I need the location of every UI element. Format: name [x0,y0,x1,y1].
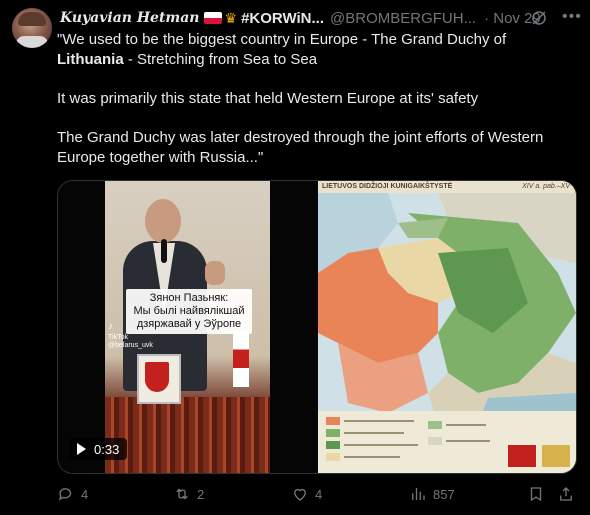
caption-line-2: Мы былі найвялікшай [133,305,245,317]
repost-icon [176,488,188,500]
map-title-bar: LIETUVOS DIDŽIOJI KUNIGAIKŠTYSTĖ XIV a. … [318,181,576,193]
map-corner-label: XIV a. pab.–XV [522,183,570,190]
reply-button[interactable]: 4 [57,484,88,504]
tweet-bold-word: Lithuania [57,51,124,68]
media-container[interactable]: Зянон Пазьняк: Мы былі найвялікшай дзярж… [57,180,577,474]
tiktok-icon: ♪ [108,321,113,332]
display-name[interactable]: Kuyavian Hetman [60,10,200,26]
tweet-line-1: "We used to be the biggest country in Eu… [57,31,507,48]
reply-count: 4 [81,486,89,502]
repost-count: 2 [197,486,205,502]
action-bar: 4 2 4 857 [57,484,577,504]
bookmark-button[interactable] [527,484,545,504]
reply-icon [58,488,72,501]
views-icon [412,488,425,500]
tweet-text: "We used to be the biggest country in Eu… [57,30,577,168]
more-icon[interactable]: ••• [562,8,582,26]
views-count: 857 [433,486,455,502]
caption-line-1: Зянон Пазьняк: [149,292,229,304]
video-duration-badge[interactable]: 0:33 [69,438,128,460]
video-duration: 0:33 [94,441,120,457]
tweet-line-2: Lithuania - Stretching from Sea to Sea [57,50,577,70]
tiktok-label: TikTok [108,334,128,341]
name-hashtag[interactable]: #KORWiN... [241,10,324,27]
belarus-flag-icon [233,331,249,387]
tiktok-user: @belarus_uvk [108,342,153,349]
tweet-header: Kuyavian Hetman ♛ #KORWiN... @BROMBERGFU… [60,8,580,28]
video-player[interactable]: Зянон Пазьняк: Мы былі найвялікшай дзярж… [58,181,317,473]
like-icon [294,488,306,501]
tweet-paragraph-3: The Grand Duchy was later destroyed thro… [57,129,544,166]
pahonia-emblem-icon [137,354,181,404]
poland-flag-icon [203,12,222,24]
map-title: LIETUVOS DIDŽIOJI KUNIGAIKŠTYSTĖ [322,183,453,190]
avatar[interactable] [12,8,52,48]
tweet-paragraph-2: It was primarily this state that held We… [57,90,479,107]
map-legend [318,411,576,473]
views-button[interactable]: 857 [409,484,455,504]
history-map-image[interactable]: LIETUVOS DIDŽIOJI KUNIGAIKŠTYSTĖ XIV a. … [318,181,576,473]
share-button[interactable] [557,484,575,504]
tweet-line-2-rest: - Stretching from Sea to Sea [123,51,318,68]
share-icon [560,487,572,501]
bookmark-icon [530,487,542,502]
user-handle[interactable]: @BROMBERGFUH... [330,10,476,27]
grok-icon[interactable] [530,9,548,27]
like-button[interactable]: 4 [291,484,322,504]
play-icon[interactable] [77,443,86,455]
like-count: 4 [315,486,323,502]
microphone-icon [161,239,167,263]
tiktok-watermark: ♪ TikTok @belarus_uvk [108,321,153,350]
repost-button[interactable]: 2 [173,484,204,504]
tablecloth [105,397,270,473]
crown-icon: ♛ [224,9,238,26]
map-drawing [318,193,576,423]
